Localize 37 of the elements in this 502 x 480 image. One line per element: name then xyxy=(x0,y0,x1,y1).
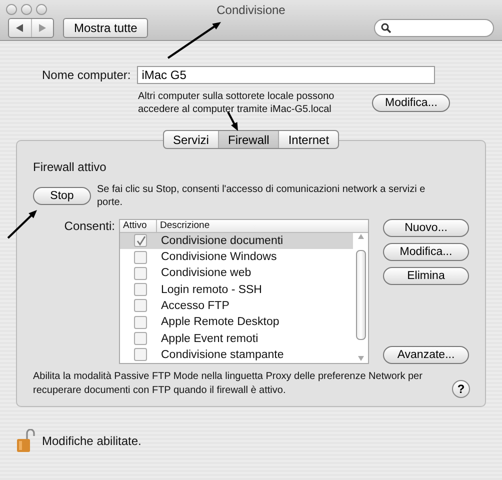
service-name: Accesso FTP xyxy=(161,300,230,312)
edit-button[interactable]: Modifica... xyxy=(372,94,450,112)
table-row[interactable]: Accesso FTP xyxy=(120,298,353,314)
table-row[interactable]: Apple Event remoti xyxy=(120,330,353,347)
service-name: Condivisione stampante xyxy=(161,348,284,361)
field-label: Consenti: xyxy=(63,219,116,235)
table-row[interactable]: Login remoto - SSH xyxy=(120,281,353,298)
table-row[interactable]: Apple Remote Desktop xyxy=(120,314,353,330)
table-row[interactable]: Condivisione web xyxy=(120,265,353,282)
computer-name-field[interactable]: iMac G5 xyxy=(136,66,435,84)
tab[interactable]: Servizi xyxy=(164,131,218,148)
action-button[interactable]: Elimina xyxy=(383,267,469,285)
service-name: Condivisione web xyxy=(161,267,252,280)
info-text: Se fai clic su Stop, consenti l'accesso di comunicazioni network a servizi e porte. xyxy=(97,183,426,209)
service-name: Login remoto - SSH xyxy=(161,284,262,296)
column-header[interactable]: Descrizione xyxy=(157,220,210,232)
status-text: Firewall attivo xyxy=(33,160,108,174)
table-row[interactable]: Condivisione documenti xyxy=(120,232,353,249)
action-button[interactable]: Modifica... xyxy=(383,243,469,261)
table-row[interactable]: Condivisione stampante xyxy=(120,346,353,363)
table-row[interactable]: Condivisione Windows xyxy=(120,248,353,266)
service-name: Apple Remote Desktop xyxy=(161,316,280,328)
show-all-button[interactable]: Mostra tutte xyxy=(63,18,148,38)
service-name: Apple Event remoti xyxy=(161,332,258,344)
note-text: Abilita la modalità Passive FTP Mode nella linguetta Proxy delle preferenze Network per recuperare documenti con FTP quando il firewall è attivo. xyxy=(33,370,424,398)
stop-button[interactable]: Stop xyxy=(33,187,91,205)
tab[interactable]: Firewall xyxy=(218,131,278,148)
help-button[interactable]: ? xyxy=(452,380,470,398)
column-header[interactable]: Attivo xyxy=(120,220,157,232)
window-title: Condivisione xyxy=(216,3,286,17)
field-label: Nome computer: xyxy=(42,68,131,82)
service-name: Condivisione Windows xyxy=(161,251,277,264)
info-text: Altri computer sulla sottorete locale possono accedere al computer tramite iMac-G5.local xyxy=(138,90,336,116)
action-button[interactable]: Nuovo... xyxy=(383,219,469,237)
advanced-button[interactable]: Avanzate... xyxy=(383,346,469,364)
lock-status-text: Modifiche abilitate. xyxy=(42,434,142,448)
service-name: Condivisione documenti xyxy=(161,234,284,247)
